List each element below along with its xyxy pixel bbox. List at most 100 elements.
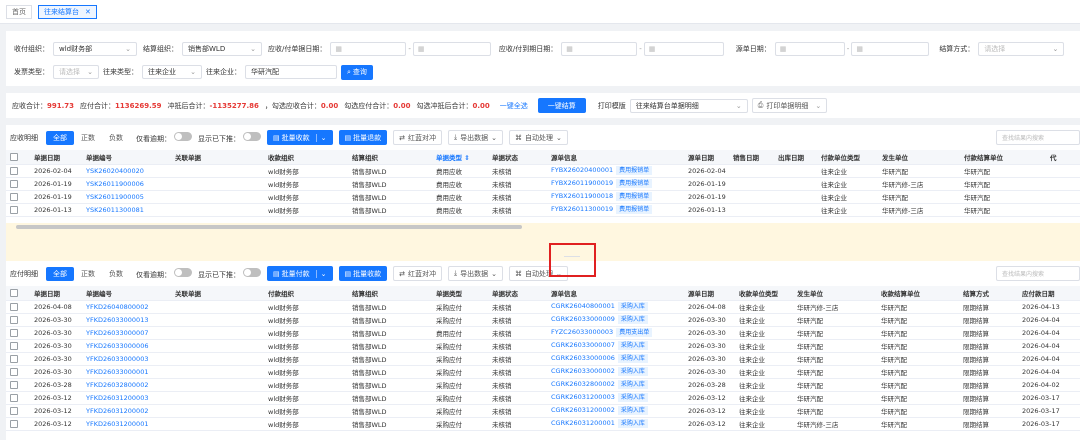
source-doc-link[interactable]: CGRK26033000007 [551, 341, 615, 349]
doc-number-link[interactable]: YFKD26040800002 [82, 300, 171, 314]
ar-seg-negative[interactable]: 负数 [102, 131, 130, 145]
horizontal-scrollbar[interactable] [16, 225, 522, 229]
doc-number-link[interactable]: YFKD26032800002 [82, 378, 171, 392]
checkbox[interactable] [10, 315, 18, 324]
doc-number-link[interactable]: YFKD26033000007 [82, 326, 171, 340]
table-row[interactable]: 2026-03-30 YFKD26033000006 wld财务部 销售部WLD 采购应… [6, 339, 1080, 353]
pay-org-select[interactable]: wld财务部 ⌄ [53, 42, 137, 56]
party-type-select[interactable]: 往来企业 ⌄ [142, 65, 202, 79]
checkbox[interactable] [10, 328, 18, 337]
checkbox[interactable] [10, 205, 18, 214]
select-all-checkbox[interactable] [6, 286, 30, 301]
doc-number-link[interactable]: YFKD26033000001 [82, 365, 171, 379]
doc-number-link[interactable]: YSK26020400020 [82, 164, 171, 178]
toggle-switch[interactable] [174, 267, 192, 277]
batch-refund-button[interactable]: ▤ 批量退款 [338, 130, 388, 145]
source-doc-link[interactable]: FYBX26020400001 [551, 166, 613, 174]
close-icon[interactable]: ✕ [85, 8, 91, 16]
ap-export-button[interactable]: ⤓ 导出数据 ⌄ [448, 266, 503, 281]
checkbox[interactable] [10, 367, 18, 376]
toggle-switch[interactable] [243, 267, 261, 277]
doc-number-link[interactable]: YFKD26031200003 [82, 391, 171, 405]
table-row[interactable]: 2026-01-19 YSK26011900005 wld财务部 销售部WLD 费用应收… [6, 190, 1080, 204]
ar-date-end[interactable]: ▦ [412, 42, 491, 56]
batch-receive-button[interactable]: ▤ 批量收款 ⌄ [267, 130, 333, 145]
ar-date-start[interactable]: ▦ [330, 42, 407, 56]
sort-icon[interactable]: ⇕ [462, 154, 469, 162]
ap-settled-toggle[interactable]: 显示已下推： [198, 267, 261, 280]
chevron-down-icon[interactable]: ⌄ [315, 133, 327, 142]
due-date-start[interactable]: ▦ [561, 42, 638, 56]
row-checkbox-cell[interactable] [6, 339, 30, 353]
source-doc-link[interactable]: FYBX26011300019 [551, 205, 613, 213]
checkbox[interactable] [10, 152, 18, 161]
chevron-down-icon[interactable]: ⌄ [815, 102, 821, 110]
ap-batch-receive-button[interactable]: ▤ 批量收款 [338, 266, 388, 281]
ar-red-offset-button[interactable]: ⇄ 红蓝对冲 [393, 130, 442, 145]
toggle-switch[interactable] [174, 131, 192, 141]
row-checkbox-cell[interactable] [6, 190, 30, 204]
table-row[interactable]: 2026-03-30 YFKD26033000013 wld财务部 销售部WLD 采购应… [6, 313, 1080, 327]
checkbox[interactable] [10, 166, 18, 175]
chevron-down-icon[interactable]: ⌄ [315, 269, 327, 278]
checkbox[interactable] [10, 288, 18, 297]
source-doc-link[interactable]: FYBX26011900019 [551, 179, 613, 187]
tab-home[interactable]: 首页 [6, 4, 32, 19]
party-input[interactable]: 华研汽配 [245, 65, 337, 79]
checkbox[interactable] [10, 393, 18, 402]
doc-number-link[interactable]: YFKD26031200001 [82, 417, 171, 431]
table-row[interactable]: 2026-04-08 YFKD26040800002 wld财务部 销售部WLD 采购应… [6, 300, 1080, 314]
table-row[interactable]: 2026-03-30 YFKD26033000007 wld财务部 销售部WLD 费用应… [6, 326, 1080, 340]
table-row[interactable]: 2026-01-13 YSK26011300081 wld财务部 销售部WLD 费用应收… [6, 203, 1080, 217]
ar-seg-positive[interactable]: 正数 [74, 131, 102, 145]
src-date-start[interactable]: ▦ [774, 42, 845, 56]
table-row[interactable]: 2026-03-28 YFKD26032800002 wld财务部 销售部WLD 采购应… [6, 378, 1080, 392]
row-checkbox-cell[interactable] [6, 417, 30, 431]
select-all-checkbox[interactable] [6, 150, 30, 165]
print-button[interactable]: ⎙ 打印单据明细 ⌄ [751, 98, 828, 113]
invoice-type-select[interactable]: 请选择 ⌄ [53, 65, 99, 79]
query-button[interactable]: ⌕ 查询 [341, 64, 373, 80]
print-template-select[interactable]: 往来结算台单据明细 ⌄ [629, 98, 748, 113]
source-doc-link[interactable]: FYZC26033000003 [551, 328, 613, 336]
source-doc-link[interactable]: CGRK26031200003 [551, 393, 615, 401]
ar-export-button[interactable]: ⤓ 导出数据 ⌄ [448, 130, 503, 145]
doc-number-link[interactable]: YSK26011900006 [82, 177, 171, 191]
checkbox[interactable] [10, 192, 18, 201]
table-row[interactable]: 2026-03-12 YFKD26031200003 wld财务部 销售部WLD 采购应… [6, 391, 1080, 405]
select-all-link[interactable]: 一键全选 [500, 101, 528, 111]
doc-number-link[interactable]: YSK26011900005 [82, 190, 171, 204]
checkbox[interactable] [10, 341, 18, 350]
checkbox[interactable] [10, 419, 18, 428]
row-checkbox-cell[interactable] [6, 326, 30, 340]
doc-number-link[interactable]: YFKD26033000013 [82, 313, 171, 327]
source-doc-link[interactable]: CGRK26031200002 [551, 406, 615, 414]
doc-number-link[interactable]: YSK26011300081 [82, 203, 171, 217]
checkbox[interactable] [10, 380, 18, 389]
ap-seg-positive[interactable]: 正数 [74, 267, 102, 281]
doc-number-link[interactable]: YFKD26033000003 [82, 352, 171, 366]
toggle-switch[interactable] [243, 131, 261, 141]
due-date-end[interactable]: ▦ [643, 42, 724, 56]
row-checkbox-cell[interactable] [6, 203, 30, 217]
row-checkbox-cell[interactable] [6, 391, 30, 405]
source-doc-link[interactable]: CGRK26040800001 [551, 302, 615, 310]
tab-settlement[interactable]: 往来结算台 ✕ [38, 4, 97, 19]
table-row[interactable]: 2026-03-12 YFKD26031200001 wld财务部 销售部WLD 采购应… [6, 417, 1080, 431]
row-checkbox-cell[interactable] [6, 404, 30, 418]
table-row[interactable]: 2026-03-30 YFKD26033000001 wld财务部 销售部WLD 采购应… [6, 365, 1080, 379]
ap-seg-all[interactable]: 全部 [46, 266, 74, 281]
one-click-settle-button[interactable]: 一键结算 [537, 98, 586, 113]
row-checkbox-cell[interactable] [6, 177, 30, 191]
checkbox[interactable] [10, 406, 18, 415]
ar-overdue-toggle[interactable]: 仅看逾期： [136, 131, 192, 144]
checkbox[interactable] [10, 302, 18, 311]
doc-number-link[interactable]: YFKD26031200002 [82, 404, 171, 418]
table-row[interactable]: 2026-03-30 YFKD26033000003 wld财务部 销售部WLD 采购应… [6, 352, 1080, 366]
source-doc-link[interactable]: FYBX26011900018 [551, 192, 613, 200]
source-doc-link[interactable]: CGRK26032800002 [551, 380, 615, 388]
ar-auto-process-button[interactable]: ⌘ 自动处理 ⌄ [508, 130, 568, 145]
batch-pay-button[interactable]: ▤ 批量付款 ⌄ [267, 266, 333, 281]
ap-seg-negative[interactable]: 负数 [102, 267, 130, 281]
src-date-end[interactable]: ▦ [851, 42, 930, 56]
